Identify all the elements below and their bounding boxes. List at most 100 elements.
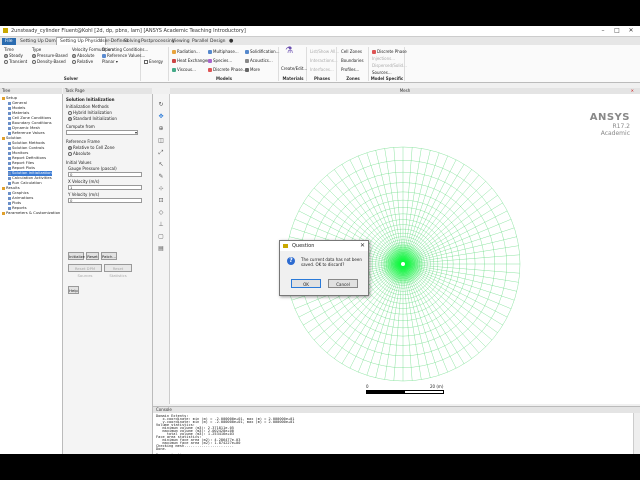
dialog-message: The current data has not been saved. OK … [301,257,362,267]
radiation-button[interactable]: Radiation... [172,49,200,54]
isometric-icon[interactable]: ◇ [158,210,164,216]
tree-node-icon [8,196,11,200]
materials-icon: ⚗ [285,46,294,56]
select-icon[interactable]: ↖ [158,162,164,168]
help-icon[interactable]: ● [226,38,236,45]
transient-radio[interactable]: Transient [4,59,27,64]
patch-button[interactable]: Patch... [101,252,117,260]
initialize-button[interactable]: Initialize [68,252,85,260]
outline-tree: Tree Setup General Models Materials Cell Zon… [0,88,63,454]
species-button[interactable]: Species... [208,58,232,63]
graphics-viewport[interactable]: Mesh ✕ ANSYS R17.2 Academic 0 20 (m) [170,88,640,404]
multiphase-button[interactable]: Multiphase... [208,49,239,54]
reset-dpm-sources-button[interactable]: Reset DPM Sources [68,264,102,278]
zoom-box-icon[interactable]: ◫ [158,138,164,144]
hybrid-init-radio[interactable]: Hybrid Initialization [68,110,112,115]
console-scrollbar[interactable] [633,413,640,454]
reset-statistics-button[interactable]: Reset Statistics [104,264,132,278]
absolute-radio[interactable]: Absolute [72,53,94,58]
energy-checkbox[interactable]: Energy [144,59,163,64]
probe-icon[interactable]: ✎ [158,174,164,180]
task-page: Task Page Solution Initialization Initia… [63,88,153,454]
cancel-button[interactable]: Cancel [328,279,358,288]
rotate-icon[interactable]: ↻ [158,102,164,108]
density-based-radio[interactable]: Density-Based [32,59,66,64]
fit-icon[interactable]: ⤢ [158,150,164,156]
console-panel[interactable]: Console Domain Extents: x-coordinate: mi… [153,406,640,454]
tree-node-icon [8,176,11,180]
profiles-button[interactable]: Profiles... [341,67,359,72]
tree-item-label: Parameters & Customization [6,210,61,215]
absolute-frame-radio[interactable]: Absolute [68,151,90,156]
layout-icon[interactable]: ▤ [158,246,164,252]
solidification-button[interactable]: Solidification... [245,49,280,54]
scale-bar-line [366,390,444,394]
relative-radio[interactable]: Relative [72,59,93,64]
steady-radio[interactable]: Steady [4,53,23,58]
scale-zero: 0 [366,384,369,389]
zones-group-label: Zones [346,76,360,81]
create-edit-materials-button[interactable]: Create/Edit... [281,66,307,71]
dispersed-solid-button[interactable]: Dispersed/Solid... [372,63,407,68]
discrete-phase-button[interactable]: Discrete Phase... [208,67,247,72]
tree-node-icon [8,161,11,165]
phases-list-button[interactable]: List/Show All... [310,49,339,54]
standard-init-radio[interactable]: Standard Initialization [68,116,117,121]
initial-values-label: Initial Values [66,160,92,165]
pan-icon[interactable]: ✥ [158,114,164,120]
phases-group: List/Show All... Interactions... Interfa… [308,47,339,81]
console-line: Done. [156,447,167,451]
solver-group-label: Solver [63,76,79,81]
sources-button[interactable]: Sources... [372,70,392,75]
tree-node-icon [8,166,11,170]
reference-values-button[interactable]: Reference Values... [102,53,145,58]
cell-zones-button[interactable]: Cell Zones [341,49,362,54]
dialog-title: Question [280,241,368,251]
fit-to-window-icon[interactable]: ⊡ [158,198,164,204]
type-label: Type [32,47,42,52]
dialog-close-icon[interactable]: ✕ [360,241,365,251]
init-methods-label: Initialization Methods [66,104,109,109]
close-button[interactable]: ✕ [624,27,638,35]
tree-node-icon [8,171,11,175]
discrete-phase-ms-button[interactable]: Discrete Phase [372,49,407,54]
model-specific-group: Discrete Phase Injections... Dispersed/S… [370,47,407,81]
interfaces-button[interactable]: Interfaces... [310,67,334,72]
axes-icon[interactable]: ⊥ [158,222,164,228]
tree-node-icon [8,146,11,150]
folder-icon [2,136,5,140]
maximize-button[interactable]: □ [610,27,624,35]
zoom-icon[interactable]: ⊕ [158,126,164,132]
heat-exchanger-button[interactable]: Heat Exchanger... [172,58,212,63]
y-velocity-label: Y Velocity (m/s) [68,192,100,197]
x-velocity-input[interactable]: 1 [68,185,142,190]
acoustics-button[interactable]: Acoustics... [245,58,273,63]
folder-icon [2,186,5,190]
boundaries-button[interactable]: Boundaries [341,58,364,63]
compute-from-dropdown[interactable] [66,130,138,135]
tab-file[interactable]: File [2,38,16,45]
relative-to-cell-zone-radio[interactable]: Relative to Cell Zone [68,145,115,150]
planar-dropdown[interactable]: Planar ▾ [102,59,118,64]
minimize-button[interactable]: – [596,27,610,35]
model-specific-group-label: Model Specific [370,76,404,81]
measure-icon[interactable]: ⊹ [158,186,164,192]
gauge-pressure-input[interactable]: 0 [68,172,142,177]
pressure-based-radio[interactable]: Pressure-Based [32,53,68,58]
y-velocity-input[interactable]: 0 [68,198,142,203]
tree-node-icon [8,156,11,160]
viewport-title: Mesh [399,88,411,93]
ok-button[interactable]: OK [291,279,321,288]
ansys-logo-text: ANSYS [589,112,630,123]
help-button[interactable]: Help [68,286,79,294]
interactions-button[interactable]: Interactions... [310,58,338,63]
tree-item[interactable]: Parameters & Customization [2,210,61,216]
more-models-button[interactable]: More [245,67,260,72]
reset-button[interactable]: Reset [86,252,99,260]
tree-node-icon [8,141,11,145]
task-page-header: Task Page [63,88,152,94]
view-xy-icon[interactable]: ▢ [158,234,164,240]
folder-icon [2,211,5,215]
viscous-button[interactable]: Viscous... [172,67,196,72]
injections-button[interactable]: Injections... [372,56,395,61]
